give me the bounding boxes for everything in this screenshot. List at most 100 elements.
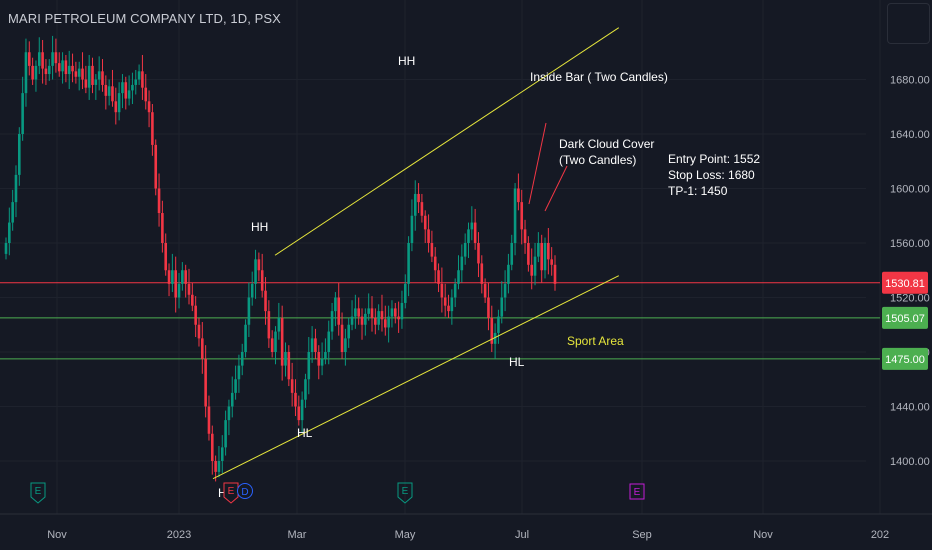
candle-body-141 xyxy=(473,222,477,243)
candle-body-84 xyxy=(284,352,287,366)
candle-body-120 xyxy=(403,283,407,303)
candle-body-112 xyxy=(377,311,380,325)
candle-body-64 xyxy=(217,461,221,472)
candle-body-156 xyxy=(523,229,527,243)
candle-body-154 xyxy=(517,188,520,203)
candle-body-139 xyxy=(467,229,470,243)
candle-body-77 xyxy=(260,270,264,291)
sport-area-label: Sport Area xyxy=(567,334,624,348)
event-markers: E E D E E xyxy=(30,482,645,504)
candle-body-5 xyxy=(21,93,24,134)
candle-body-107 xyxy=(360,316,364,325)
candle-body-12 xyxy=(44,68,48,75)
candle-body-127 xyxy=(427,229,430,243)
candle-body-125 xyxy=(420,202,424,216)
time-tick-5: Sep xyxy=(632,529,652,541)
candle-body-72 xyxy=(244,324,247,352)
time-axis[interactable]: Nov 2023 Mar May Jul Sep Nov 202 xyxy=(0,513,932,541)
candle-body-91 xyxy=(307,352,311,380)
candle-body-162 xyxy=(543,243,547,271)
candle-body-7 xyxy=(27,52,31,66)
trendline-lower[interactable] xyxy=(212,275,619,480)
candle-body-56 xyxy=(191,294,194,306)
candle-body-152 xyxy=(510,243,514,265)
candle-body-78 xyxy=(264,290,267,312)
candle-body-23 xyxy=(81,68,84,80)
candle-body-33 xyxy=(114,101,118,113)
candle-body-19 xyxy=(67,65,71,75)
candle-body-130 xyxy=(437,270,440,284)
candle-body-157 xyxy=(527,243,530,265)
price-label-text-1: 1505.07 xyxy=(885,313,925,325)
candle-body-96 xyxy=(324,352,327,359)
candle-body-92 xyxy=(310,338,314,352)
candle-body-25 xyxy=(87,65,91,88)
candle-body-70 xyxy=(237,365,241,380)
price-axis[interactable]: 1400.001440.001480.001520.001560.001600.… xyxy=(890,75,930,469)
candle-body-93 xyxy=(314,338,317,352)
candle-body-83 xyxy=(280,317,284,366)
candle-body-6 xyxy=(24,52,28,94)
earnings-marker-1[interactable]: E xyxy=(30,482,46,504)
candle-body-52 xyxy=(177,283,181,298)
candle-body-121 xyxy=(407,243,410,284)
earnings-marker-2-text: E xyxy=(228,486,235,497)
candle-body-3 xyxy=(14,174,18,203)
candle-body-15 xyxy=(54,52,58,64)
candle-body-81 xyxy=(274,331,277,352)
chart-canvas[interactable]: HH HH HL HL HL Inside Bar ( Two Candles)… xyxy=(0,0,932,550)
candle-body-57 xyxy=(194,305,197,325)
candle-body-65 xyxy=(220,447,224,461)
earnings-marker-2[interactable]: E xyxy=(223,482,239,504)
chart-settings-button[interactable] xyxy=(887,3,930,44)
candle-body-36 xyxy=(124,82,128,99)
candle-body-158 xyxy=(530,264,534,276)
candle-body-89 xyxy=(300,399,304,421)
candle-body-44 xyxy=(151,112,154,145)
candle-body-29 xyxy=(101,71,104,85)
candle-body-149 xyxy=(500,297,504,317)
candle-body-58 xyxy=(197,324,201,339)
candle-body-134 xyxy=(450,297,454,312)
trendlines[interactable] xyxy=(212,27,620,480)
candle-body-101 xyxy=(340,324,344,352)
price-tick-5: 1600.00 xyxy=(890,184,930,196)
annotations: HH HH HL HL HL Inside Bar ( Two Candles)… xyxy=(218,54,760,500)
dividend-marker[interactable]: D xyxy=(237,483,253,499)
chart-title: MARI PETROLEUM COMPANY LTD, 1D, PSX xyxy=(8,11,281,26)
candle-body-14 xyxy=(51,52,54,66)
candle-body-164 xyxy=(550,259,553,265)
candle-body-151 xyxy=(507,264,510,284)
candle-body-137 xyxy=(460,256,464,271)
candle-body-117 xyxy=(393,308,397,317)
candle-body-59 xyxy=(201,338,204,359)
candle-body-32 xyxy=(111,86,114,102)
candle-body-86 xyxy=(290,379,294,393)
candle-body-46 xyxy=(157,188,161,214)
candle-body-16 xyxy=(57,63,61,72)
dark-cloud-label-1: Dark Cloud Cover xyxy=(559,137,654,151)
inside-bar-label: Inside Bar ( Two Candles) xyxy=(530,70,668,84)
candle-body-123 xyxy=(413,193,417,216)
candle-body-1 xyxy=(8,222,11,243)
hh-label-2: HH xyxy=(398,54,415,68)
candle-body-165 xyxy=(553,264,557,284)
inside-bar-arrow xyxy=(528,122,547,205)
candle-body-21 xyxy=(74,71,78,77)
candle-body-28 xyxy=(97,71,101,80)
candle-body-104 xyxy=(350,316,354,325)
candle-body-118 xyxy=(397,316,400,320)
candle-body-114 xyxy=(384,319,387,328)
candle-body-45 xyxy=(154,144,158,189)
candle-body-47 xyxy=(161,213,164,243)
candle-body-87 xyxy=(294,392,297,407)
candle-body-140 xyxy=(470,222,474,230)
candle-body-74 xyxy=(250,283,254,298)
price-tick-0: 1400.00 xyxy=(890,456,930,468)
candle-body-160 xyxy=(537,243,540,257)
candle-body-39 xyxy=(134,79,138,85)
candle-body-68 xyxy=(230,392,234,407)
candle-body-38 xyxy=(131,84,134,91)
candle-body-48 xyxy=(164,243,168,271)
dark-cloud-label-2: (Two Candles) xyxy=(559,153,636,167)
